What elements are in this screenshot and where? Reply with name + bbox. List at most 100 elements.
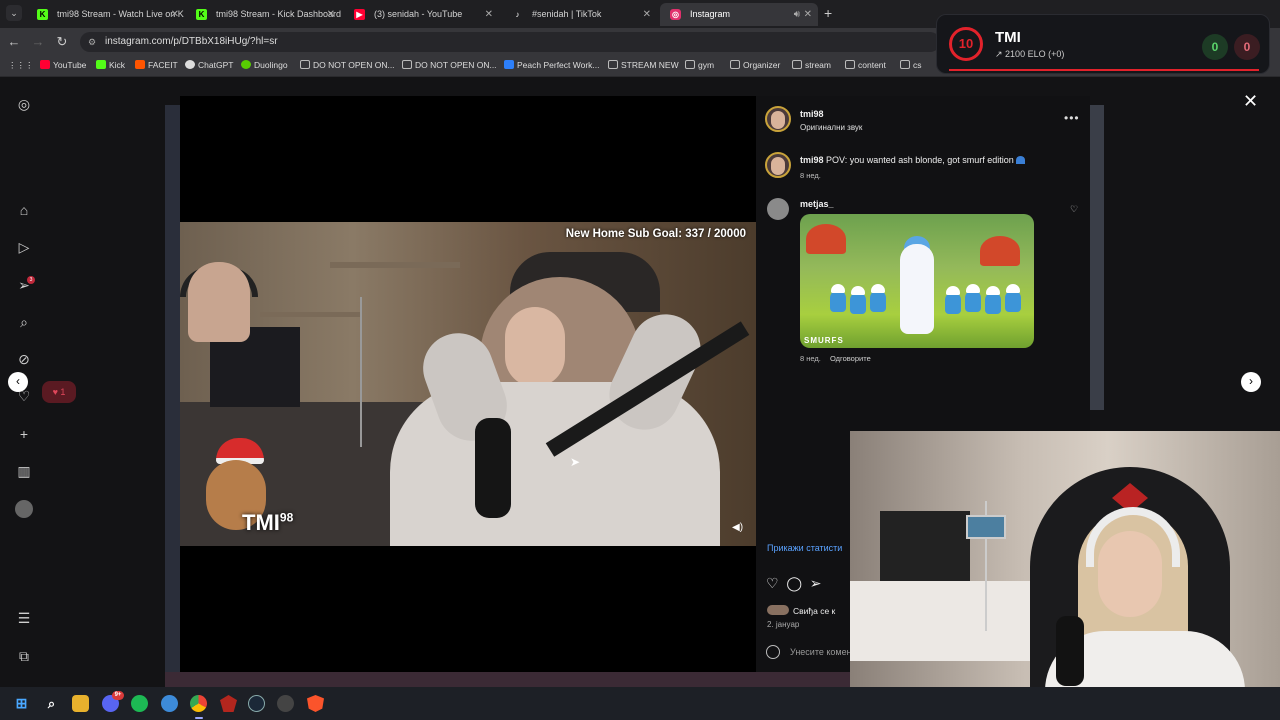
spotify-icon[interactable] bbox=[131, 695, 148, 712]
more-options-icon[interactable]: ••• bbox=[1064, 111, 1080, 125]
speaker-icon[interactable]: 🔊︎ bbox=[794, 3, 800, 26]
brave-icon[interactable] bbox=[307, 695, 324, 712]
emoji-icon[interactable] bbox=[766, 645, 780, 659]
view-insights-link[interactable]: Прикажи статисти bbox=[767, 543, 842, 553]
like-comment-icon[interactable]: ♡ bbox=[1070, 204, 1078, 215]
caption-avatar[interactable] bbox=[765, 152, 791, 178]
likes-notification-pill[interactable]: ♥ 1 bbox=[42, 381, 76, 403]
folder-icon bbox=[730, 60, 740, 69]
bookmark-organizer[interactable]: Organizer bbox=[730, 60, 780, 70]
site-info-icon[interactable]: ⚙ bbox=[88, 32, 96, 52]
smurf bbox=[870, 284, 886, 312]
tab-tiktok[interactable]: ♪ #senidah | TikTok ✕ bbox=[502, 3, 657, 26]
tab-kick-watch[interactable]: K tmi98 Stream - Watch Live on K ✕ bbox=[27, 3, 185, 26]
audio-label[interactable]: Оригинални звук bbox=[800, 123, 862, 132]
comment-gif-image: SMURFS bbox=[800, 214, 1034, 348]
smurf bbox=[985, 286, 1001, 314]
home-icon[interactable]: ⌂ bbox=[15, 201, 33, 219]
likes-summary[interactable]: Свиђа се к bbox=[767, 605, 835, 616]
like-icon[interactable]: ♡ bbox=[766, 575, 779, 591]
bookmark-stream[interactable]: stream bbox=[792, 60, 831, 70]
chrome-icon[interactable] bbox=[190, 695, 207, 712]
liker-avatars bbox=[767, 605, 789, 615]
apps-icon[interactable]: ⋮⋮⋮ bbox=[8, 60, 34, 71]
mute-icon[interactable]: ◀) bbox=[732, 522, 744, 534]
create-icon[interactable]: + bbox=[15, 425, 33, 443]
new-tab-button[interactable]: + bbox=[824, 5, 832, 21]
bookmark-folder-1[interactable]: DO NOT OPEN ON... bbox=[300, 60, 395, 70]
instagram-icon: ◎ bbox=[670, 9, 681, 20]
background-feed-bottom bbox=[165, 672, 850, 687]
bookmark-faceit[interactable]: FACEIT bbox=[135, 60, 178, 70]
obs-icon[interactable] bbox=[277, 695, 294, 712]
previous-post-button[interactable]: ‹ bbox=[8, 372, 28, 392]
caption-age: 8 нед. bbox=[800, 171, 821, 180]
bookmark-stream-new[interactable]: STREAM NEW bbox=[608, 60, 679, 70]
bookmark-cs[interactable]: cs bbox=[900, 60, 922, 70]
notification-badge: 3 bbox=[27, 276, 35, 284]
also-from-meta-icon[interactable]: ⧉ bbox=[15, 647, 33, 665]
bookmark-peach[interactable]: Peach Perfect Work... bbox=[504, 60, 600, 70]
next-post-button[interactable]: › bbox=[1241, 372, 1261, 392]
security-shield-icon[interactable] bbox=[220, 695, 237, 712]
bookmark-chatgpt[interactable]: ChatGPT bbox=[185, 60, 233, 70]
smurf bbox=[1005, 284, 1021, 312]
comment-age: 8 нед. bbox=[800, 354, 821, 363]
instagram-logo-icon[interactable]: ◎ bbox=[15, 95, 33, 113]
search-icon[interactable]: ⌕ bbox=[15, 313, 33, 331]
wins-count: 0 bbox=[1202, 34, 1228, 60]
bookmark-content[interactable]: content bbox=[845, 60, 886, 70]
commenter-avatar[interactable] bbox=[767, 198, 789, 220]
close-tab-icon[interactable]: ✕ bbox=[485, 3, 493, 26]
author-username[interactable]: tmi98 bbox=[800, 109, 824, 119]
player-name: TMI bbox=[995, 29, 1021, 46]
close-icon[interactable]: ✕ bbox=[1243, 91, 1258, 112]
tripod bbox=[360, 297, 362, 447]
bookmark-kick[interactable]: Kick bbox=[96, 60, 125, 70]
close-tab-icon[interactable]: ✕ bbox=[643, 3, 651, 26]
comment-icon[interactable]: ◯ bbox=[786, 575, 802, 591]
reload-icon[interactable]: ↻ bbox=[54, 34, 70, 50]
peach-icon bbox=[504, 60, 514, 69]
shelf bbox=[330, 262, 460, 268]
smurf bbox=[850, 286, 866, 314]
tab-kick-dashboard[interactable]: K tmi98 Stream - Kick Dashboard ✕ bbox=[186, 3, 341, 26]
folder-icon bbox=[900, 60, 910, 69]
elo-progress-bar bbox=[949, 69, 1259, 71]
back-icon[interactable]: ← bbox=[6, 34, 22, 49]
kick-icon: K bbox=[37, 9, 48, 20]
background-feed-right bbox=[1088, 105, 1104, 410]
bookmark-duolingo[interactable]: Duolingo bbox=[241, 60, 288, 70]
url-field[interactable]: ⚙ instagram.com/p/DTBbX18iHUg/?hl=sr bbox=[80, 32, 940, 52]
menu-icon[interactable]: ☰ bbox=[15, 609, 33, 627]
tab-youtube[interactable]: ▶ (3) senidah - YouTube ✕ bbox=[344, 3, 499, 26]
bookmark-youtube[interactable]: YouTube bbox=[40, 60, 86, 70]
steam-icon[interactable] bbox=[248, 695, 265, 712]
smurf bbox=[945, 286, 961, 314]
reply-button[interactable]: Одговорите bbox=[830, 354, 871, 363]
tab-search-chevron-icon[interactable]: ⌄ bbox=[6, 5, 22, 21]
author-avatar[interactable] bbox=[765, 106, 791, 132]
tab-instagram[interactable]: ◎ Instagram 🔊︎ ✕ bbox=[660, 3, 818, 26]
bookmark-gym[interactable]: gym bbox=[685, 60, 714, 70]
share-icon[interactable]: ➢ bbox=[810, 575, 822, 591]
profile-avatar[interactable] bbox=[15, 500, 33, 518]
battle-net-icon[interactable] bbox=[161, 695, 178, 712]
caption-username[interactable]: tmi98 bbox=[800, 155, 824, 165]
reels-icon[interactable]: ▷ bbox=[15, 238, 33, 256]
windows-start-icon[interactable]: ⊞ bbox=[13, 695, 30, 712]
explore-icon[interactable]: ⊘ bbox=[15, 350, 33, 368]
search-icon[interactable]: ⌕ bbox=[43, 695, 60, 712]
bookmark-folder-2[interactable]: DO NOT OPEN ON... bbox=[402, 60, 497, 70]
close-tab-icon[interactable]: ✕ bbox=[804, 3, 812, 26]
close-tab-icon[interactable]: ✕ bbox=[327, 3, 335, 26]
dashboard-icon[interactable]: ▥ bbox=[15, 462, 33, 480]
person-background bbox=[188, 262, 250, 342]
forward-icon[interactable]: → bbox=[30, 34, 46, 49]
faceit-icon bbox=[135, 60, 145, 69]
trend-icon: ↗ bbox=[995, 49, 1006, 59]
file-explorer-icon[interactable] bbox=[72, 695, 89, 712]
reel-video-player[interactable]: New Home Sub Goal: 337 / 20000 TMI98 ◀) … bbox=[180, 96, 756, 672]
close-tab-icon[interactable]: ✕ bbox=[171, 3, 179, 26]
commenter-username[interactable]: metjas_ bbox=[800, 199, 834, 209]
